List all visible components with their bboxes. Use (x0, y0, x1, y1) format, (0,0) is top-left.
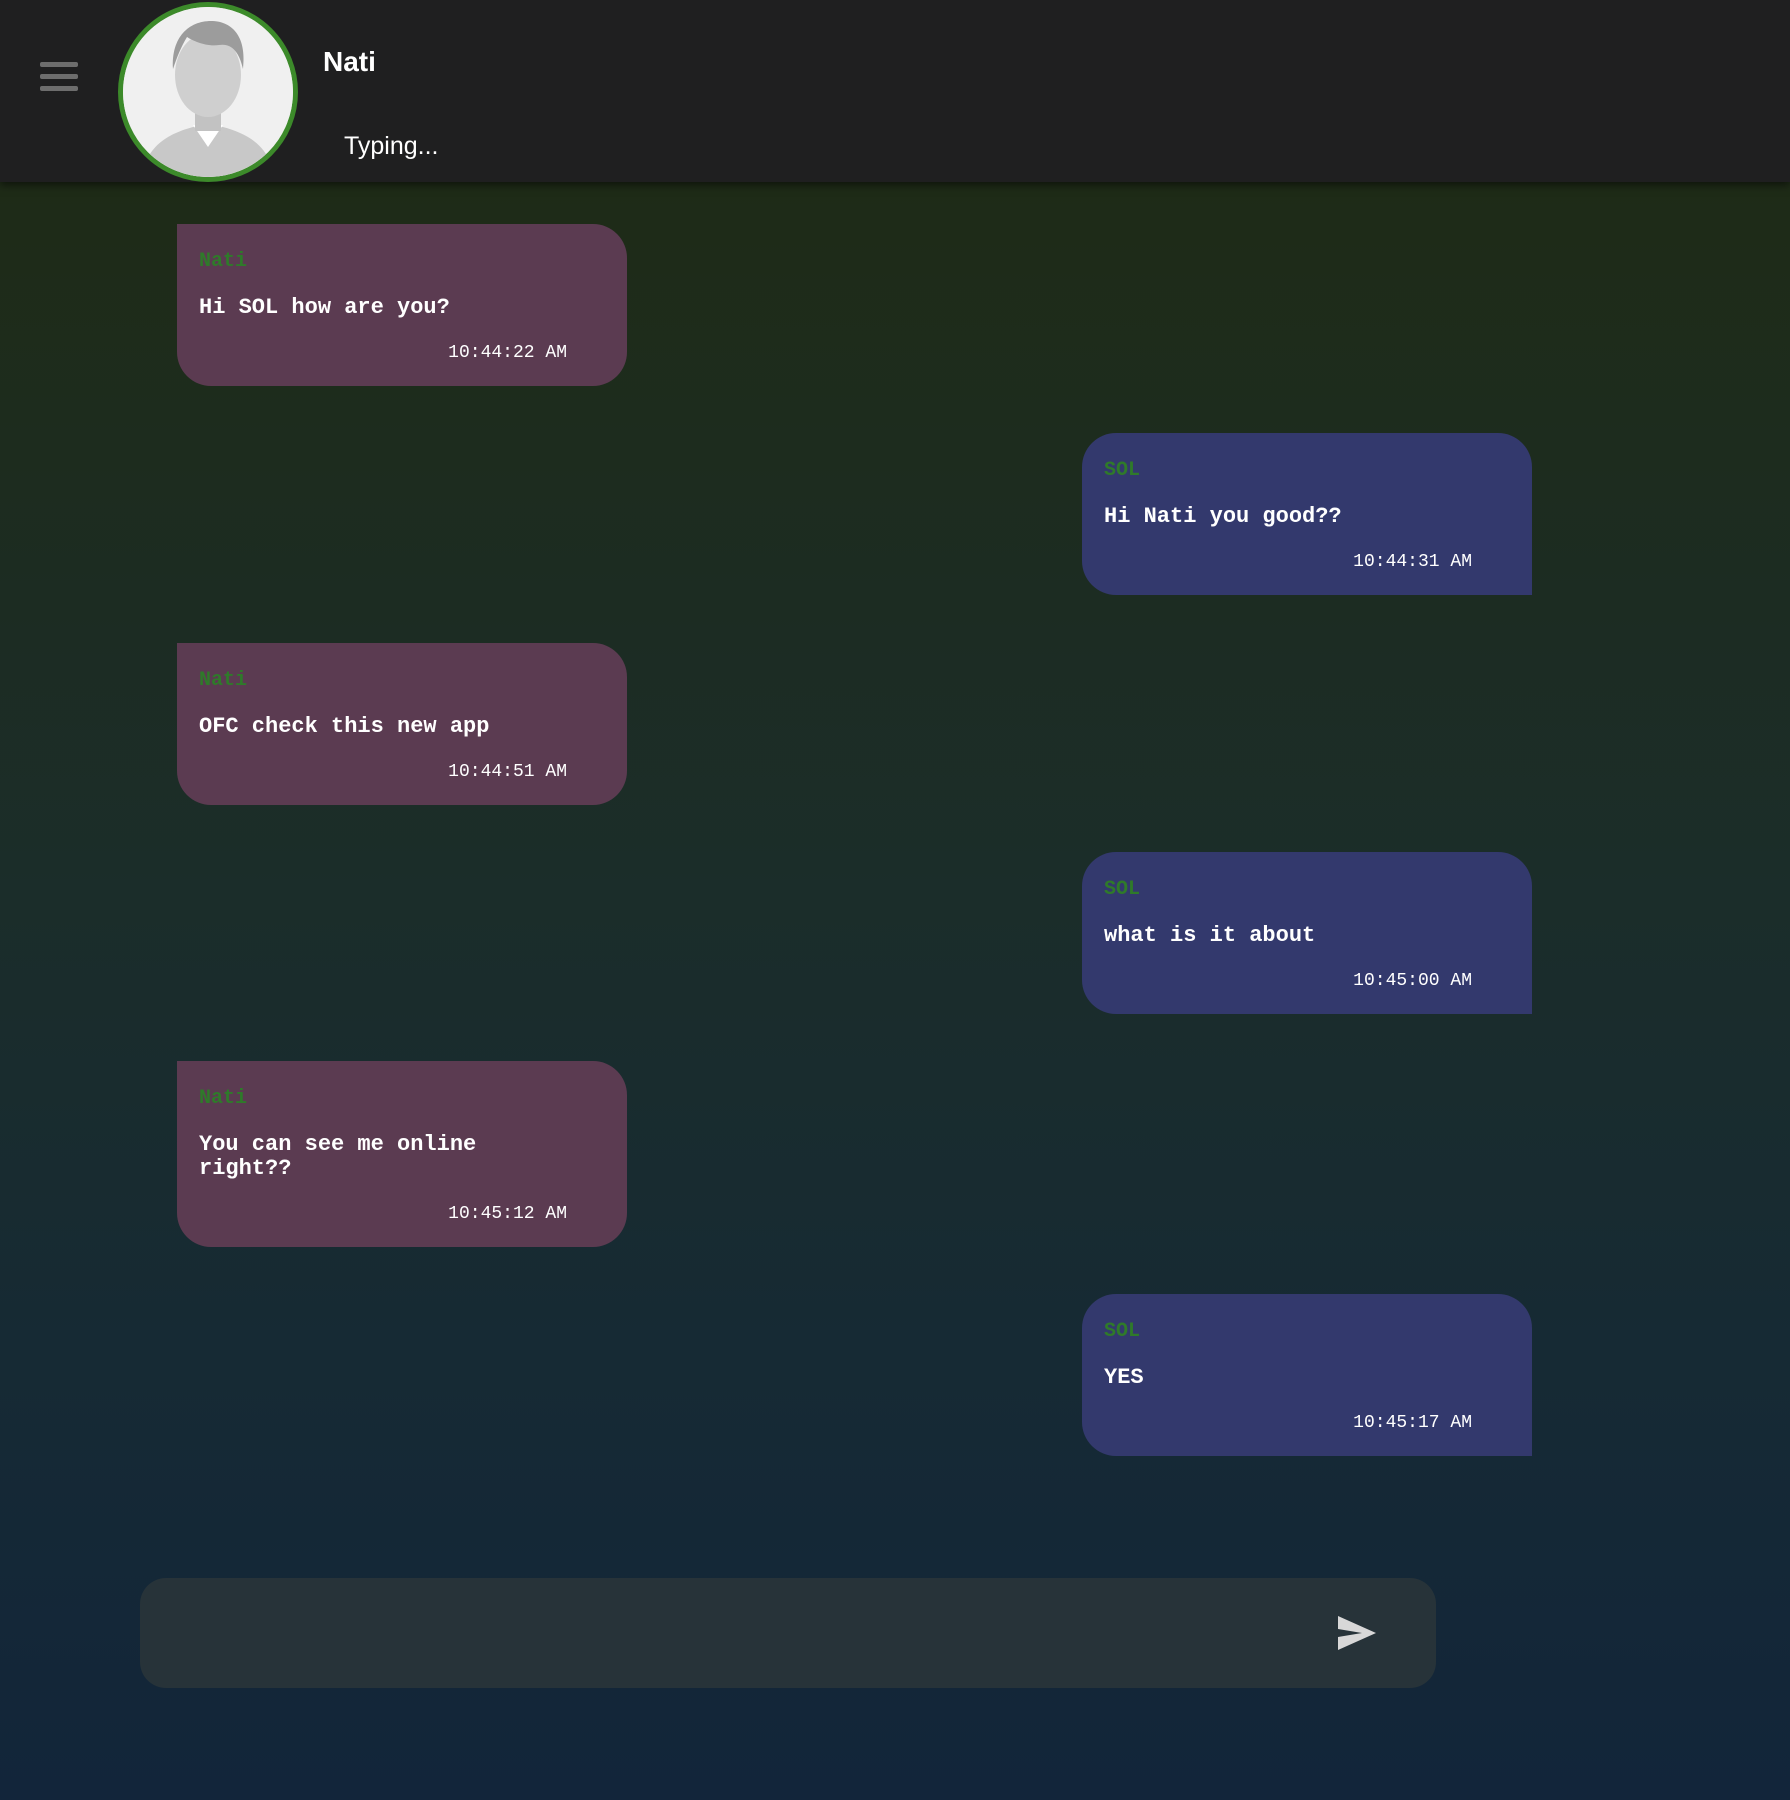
message-input[interactable] (172, 1606, 1316, 1662)
message-sender: Nati (199, 250, 248, 273)
message-sender: Nati (199, 1087, 248, 1110)
message-time: 10:45:00 AM (1353, 971, 1472, 991)
chat-header: Nati Typing... (0, 0, 1790, 182)
message-bubble: Nati You can see me online right?? 10:45… (177, 1061, 627, 1247)
message-text: You can see me online right?? (199, 1132, 477, 1181)
send-icon (1338, 1616, 1376, 1650)
message-bubble: Nati Hi SOL how are you? 10:44:22 AM (177, 224, 627, 386)
message-time: 10:45:12 AM (448, 1204, 567, 1224)
message-time: 10:45:17 AM (1353, 1413, 1472, 1433)
message-text: Hi Nati you good?? (1104, 504, 1342, 529)
message-sender: SOL (1104, 878, 1141, 901)
message-time: 10:44:51 AM (448, 762, 567, 782)
message-bubble: SOL what is it about 10:45:00 AM (1082, 852, 1532, 1014)
menu-line (40, 86, 78, 91)
avatar[interactable] (118, 2, 298, 182)
message-time: 10:44:22 AM (448, 343, 567, 363)
contact-name: Nati (323, 46, 376, 77)
menu-line (40, 74, 78, 79)
message-sender: SOL (1104, 459, 1141, 482)
message-time: 10:44:31 AM (1353, 552, 1472, 572)
send-button[interactable] (1332, 1608, 1382, 1658)
message-sender: Nati (199, 669, 248, 692)
message-bubble: Nati OFC check this new app 10:44:51 AM (177, 643, 627, 805)
message-text: what is it about (1104, 923, 1316, 948)
message-bubble: SOL Hi Nati you good?? 10:44:31 AM (1082, 433, 1532, 595)
typing-status: Typing... (344, 132, 439, 160)
message-composer (140, 1578, 1436, 1688)
message-text: OFC check this new app (199, 714, 490, 739)
user-silhouette-icon (123, 7, 293, 177)
menu-line (40, 62, 78, 67)
hamburger-menu-icon[interactable] (40, 62, 78, 94)
message-list: Nati Hi SOL how are you? 10:44:22 AM SOL… (0, 182, 1790, 1562)
message-sender: SOL (1104, 1320, 1141, 1343)
message-bubble: SOL YES 10:45:17 AM (1082, 1294, 1532, 1456)
message-text: YES (1104, 1365, 1144, 1390)
message-text: Hi SOL how are you? (199, 295, 450, 320)
